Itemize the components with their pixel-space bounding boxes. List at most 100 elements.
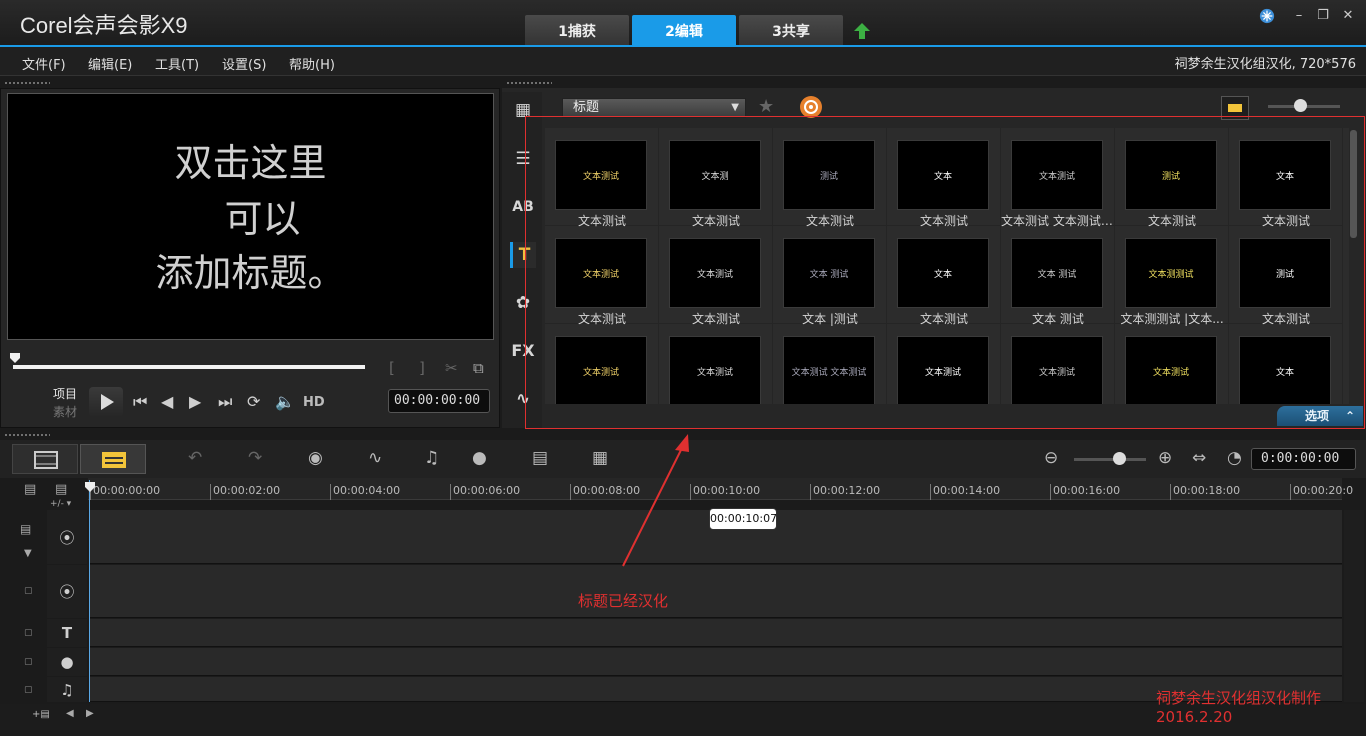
storyboard-view-button[interactable] — [12, 444, 78, 474]
mark-in-icon[interactable]: [ — [389, 359, 395, 377]
upload-arrow-icon[interactable] — [852, 22, 872, 40]
track-expand-icon[interactable]: ▼ — [24, 548, 32, 559]
music-track-icon[interactable]: ♫ — [47, 677, 87, 702]
playhead-handle[interactable] — [84, 478, 96, 492]
prev-frame-icon[interactable]: ◀ — [161, 392, 173, 411]
tab-share[interactable]: 3共享 — [739, 15, 843, 46]
ruler-tick-label: 00:00:12:00 — [810, 484, 880, 500]
close-icon[interactable]: ✕ — [1338, 8, 1358, 24]
sound-mixer-icon[interactable]: ∿ — [368, 448, 382, 468]
volume-icon[interactable]: 🔈 — [275, 392, 295, 411]
timeline-timecode[interactable]: 0:00:00:00 — [1251, 448, 1356, 470]
add-remove-chapter[interactable]: +/- ▾ — [50, 499, 71, 509]
restore-icon[interactable]: ❐ — [1313, 8, 1333, 24]
ruler-tick-label: 00:00:00:00 — [90, 484, 160, 500]
chapter-icon[interactable]: ▤ — [55, 482, 67, 497]
title-text-line: 可以 — [224, 197, 301, 241]
dropdown-value: 标题 — [573, 100, 600, 115]
title-text-line: 双击这里 — [174, 141, 327, 185]
menu-settings[interactable]: 设置(S) — [222, 54, 266, 73]
lock-icon[interactable]: ▢ — [24, 657, 33, 667]
voice-track-icon[interactable]: ● — [47, 648, 87, 676]
ruler-tick-label: 00:00:16:00 — [1050, 484, 1120, 500]
zoom-slider-handle[interactable] — [1113, 452, 1126, 465]
menu-help[interactable]: 帮助(H) — [289, 54, 335, 73]
credit-annotation: 祠梦余生汉化组汉化制作 2016.2.20 — [1156, 689, 1321, 727]
preview-screen[interactable]: 双击这里 可以 添加标题。 — [7, 93, 494, 340]
overlay-track[interactable] — [90, 565, 1342, 618]
credit-date: 2016.2.20 — [1156, 708, 1233, 726]
scroll-left-icon[interactable]: ◀ — [66, 708, 74, 719]
overlay-track-icon[interactable]: ⦿ — [47, 565, 87, 618]
playhead[interactable] — [89, 480, 90, 702]
fit-project-icon[interactable]: ⇔ — [1192, 448, 1206, 468]
track-manager-icon[interactable]: ▤ — [24, 482, 36, 497]
timeline-scrollbar[interactable] — [1344, 510, 1364, 702]
menu-tools[interactable]: 工具(T) — [155, 54, 199, 73]
undo-icon[interactable]: ↶ — [188, 448, 202, 468]
end-icon[interactable]: ⏭ — [218, 392, 232, 412]
scrubber-handle[interactable] — [9, 349, 21, 363]
title-track-icon[interactable]: T — [47, 619, 87, 647]
panel-grip[interactable] — [4, 81, 50, 85]
project-info: 祠梦余生汉化组汉化, 720*576 — [1174, 57, 1356, 72]
music-track[interactable] — [90, 677, 1342, 702]
menu-edit[interactable]: 编辑(E) — [88, 54, 132, 73]
ruler-tick-label: 00:00:18:00 — [1170, 484, 1240, 500]
preview-timecode[interactable]: 00:00:00:00 — [388, 389, 490, 413]
mode-project[interactable]: 项目 — [53, 385, 77, 402]
get-more-icon[interactable] — [800, 96, 822, 118]
credit-line: 祠梦余生汉化组汉化制作 — [1156, 689, 1322, 707]
scissors-icon[interactable]: ✂ — [445, 359, 458, 377]
video-track-icon[interactable]: ⦿ — [47, 510, 87, 564]
mode-clip[interactable]: 素材 — [53, 403, 77, 420]
tab-edit[interactable]: 2编辑 — [632, 15, 736, 46]
lock-icon[interactable]: ▢ — [24, 628, 33, 638]
snowflake-icon[interactable] — [1257, 8, 1277, 24]
add-track-icon[interactable]: +▤ — [32, 709, 50, 720]
zoom-slider[interactable] — [1074, 458, 1146, 461]
play-button[interactable] — [89, 387, 123, 417]
track-options-icon[interactable]: ▤ — [20, 522, 31, 536]
ruler-tick-label: 00:00:10:00 — [690, 484, 760, 500]
scrub-bar[interactable] — [13, 365, 365, 369]
next-frame-icon[interactable]: ▶ — [189, 392, 201, 411]
home-icon[interactable]: ⏮ — [133, 392, 147, 412]
scroll-right-icon[interactable]: ▶ — [86, 708, 94, 719]
panel-grip[interactable] — [506, 81, 552, 85]
enlarge-icon[interactable]: ⧉ — [473, 359, 484, 377]
auto-music-icon[interactable]: ♫ — [424, 448, 439, 468]
menu-file[interactable]: 文件(F) — [22, 54, 66, 73]
redo-icon[interactable]: ↷ — [248, 448, 262, 468]
minimize-icon[interactable]: – — [1289, 8, 1309, 24]
zoom-in-icon[interactable]: ⊕ — [1158, 448, 1172, 468]
timeline-view-button[interactable] — [80, 444, 146, 474]
clock-icon[interactable]: ◔ — [1227, 448, 1242, 468]
ruler-tick-label: 00:00:20:0 — [1290, 484, 1353, 500]
lock-icon[interactable]: ▢ — [24, 586, 33, 596]
workspace-tabs: 1捕获 2编辑 3共享 — [525, 15, 843, 46]
title-bar: Corel会声会影X9 1捕获 2编辑 3共享 – ❐ ✕ — [0, 0, 1366, 46]
ruler-tick-label: 00:00:14:00 — [930, 484, 1000, 500]
ruler-tooltip: 00:00:10:07 — [709, 508, 777, 530]
lock-icon[interactable]: ▢ — [24, 685, 33, 695]
slider-handle[interactable] — [1294, 99, 1307, 112]
add-favorite-icon[interactable]: ★ — [758, 96, 774, 117]
voice-track[interactable] — [90, 648, 1342, 676]
mark-out-icon[interactable]: ] — [419, 359, 425, 377]
panel-grip[interactable] — [4, 433, 50, 437]
title-track[interactable] — [90, 619, 1342, 647]
hd-toggle[interactable]: HD — [303, 395, 325, 410]
motion-tracking-icon[interactable]: ● — [472, 448, 487, 468]
zoom-out-icon[interactable]: ⊖ — [1044, 448, 1058, 468]
library-category-dropdown[interactable]: 标题 ▼ — [562, 98, 746, 118]
repeat-icon[interactable]: ⟳ — [247, 392, 260, 411]
annotation-arrow — [622, 434, 689, 567]
multi-camera-icon[interactable]: ▦ — [592, 448, 608, 468]
record-capture-icon[interactable]: ◉ — [308, 448, 323, 468]
annotation-highlight-box — [525, 116, 1365, 429]
subtitle-editor-icon[interactable]: ▤ — [532, 448, 548, 468]
annotation-note: 标题已经汉化 — [578, 592, 669, 610]
time-ruler[interactable]: 00:00:00:00 00:00:02:00 00:00:04:00 00:00:0… — [88, 478, 1353, 500]
tab-capture[interactable]: 1捕获 — [525, 15, 629, 46]
